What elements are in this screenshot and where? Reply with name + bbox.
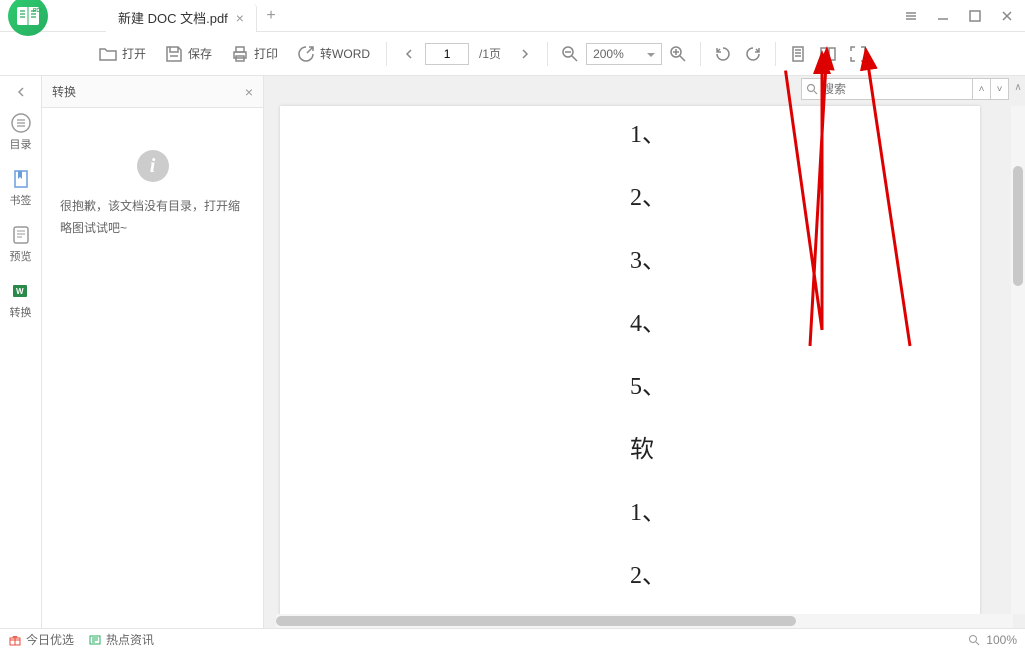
two-page-view-button[interactable] <box>814 40 842 68</box>
print-button[interactable]: 打印 <box>222 40 286 68</box>
sidebar-item-convert[interactable]: W 转换 <box>0 272 42 328</box>
preview-icon <box>10 224 32 246</box>
document-page: 1、 2、 3、 4、 5、 软 1、 2、 3、 4、 <box>280 106 980 628</box>
app-logo: PDF <box>8 0 48 36</box>
share-icon <box>296 44 316 64</box>
print-icon <box>230 44 250 64</box>
tab-title: 新建 DOC 文档.pdf <box>118 8 228 27</box>
side-panel: 转换 × i 很抱歉，该文档没有目录，打开缩略图试试吧~ <box>42 76 264 628</box>
save-button[interactable]: 保存 <box>156 40 220 68</box>
doc-line: 软 <box>630 429 980 464</box>
main-toolbar: 打开 保存 打印 转WORD /1页 200% <box>0 32 1025 76</box>
search-bar: ˄ ˅ <box>801 78 1009 100</box>
search-box[interactable] <box>801 78 973 100</box>
doc-line: 5、 <box>630 366 980 401</box>
vertical-scrollbar[interactable] <box>1011 106 1025 614</box>
minimize-icon[interactable] <box>929 2 957 30</box>
fullscreen-button[interactable] <box>844 40 872 68</box>
search-prev-button[interactable]: ˄ <box>973 78 991 100</box>
doc-line: 1、 <box>630 114 980 149</box>
panel-title: 转换 <box>52 83 76 100</box>
status-zoom[interactable]: 100% <box>968 633 1017 647</box>
open-button[interactable]: 打开 <box>90 40 154 68</box>
toc-icon <box>10 112 32 134</box>
close-tab-icon[interactable]: × <box>236 10 244 26</box>
v-scroll-thumb[interactable] <box>1013 166 1023 286</box>
scroll-up-icon[interactable]: ∧ <box>1011 80 1025 94</box>
doc-line: 2、 <box>630 555 980 590</box>
rotate-right-button[interactable] <box>739 40 767 68</box>
sidebar-item-bookmark[interactable]: 书签 <box>0 160 42 216</box>
panel-close-button[interactable]: × <box>245 84 253 100</box>
convert-icon: W <box>10 280 32 302</box>
panel-message: 很抱歉，该文档没有目录，打开缩略图试试吧~ <box>60 196 245 239</box>
svg-text:PDF: PDF <box>33 8 42 14</box>
sidebar-item-preview[interactable]: 预览 <box>0 216 42 272</box>
next-page-button[interactable] <box>511 40 539 68</box>
convert-word-button[interactable]: 转WORD <box>288 40 378 68</box>
zoom-in-button[interactable] <box>664 40 692 68</box>
prev-page-button[interactable] <box>395 40 423 68</box>
doc-line: 4、 <box>630 303 980 338</box>
status-today[interactable]: 今日优选 <box>8 631 74 648</box>
gift-icon <box>8 633 22 647</box>
status-news[interactable]: 热点资讯 <box>88 631 154 648</box>
add-tab-button[interactable]: + <box>257 2 285 30</box>
svg-text:W: W <box>16 287 24 296</box>
side-navigation: 目录 书签 预览 W 转换 <box>0 76 42 628</box>
doc-line: 3、 <box>630 240 980 275</box>
panel-body: i 很抱歉，该文档没有目录，打开缩略图试试吧~ <box>42 108 263 628</box>
search-next-button[interactable]: ˅ <box>991 78 1009 100</box>
collapse-sidebar-button[interactable] <box>0 80 41 104</box>
menu-icon[interactable] <box>897 2 925 30</box>
zoom-select[interactable]: 200% <box>586 43 662 65</box>
close-window-icon[interactable] <box>993 2 1021 30</box>
search-icon <box>806 83 818 95</box>
document-tab[interactable]: 新建 DOC 文档.pdf × <box>106 4 257 32</box>
sidebar-item-toc[interactable]: 目录 <box>0 104 42 160</box>
zoom-status-icon <box>968 634 980 646</box>
zoom-out-button[interactable] <box>556 40 584 68</box>
info-icon: i <box>137 150 169 182</box>
window-controls <box>897 2 1025 30</box>
page-number-input[interactable] <box>425 43 469 65</box>
title-bar: PDF 新建 DOC 文档.pdf × + <box>0 0 1025 32</box>
doc-line: 2、 <box>630 177 980 212</box>
search-input[interactable] <box>822 82 968 96</box>
status-bar: 今日优选 热点资讯 100% <box>0 628 1025 650</box>
document-viewer: ˄ ˅ ∧ 1、 2、 3、 4、 5、 软 1、 2、 3、 4、 <box>264 76 1025 628</box>
panel-header: 转换 × <box>42 76 263 108</box>
main-body: 目录 书签 预览 W 转换 转换 × i 很抱歉，该文档没有目录，打开缩略图试试… <box>0 76 1025 628</box>
news-icon <box>88 633 102 647</box>
rotate-left-button[interactable] <box>709 40 737 68</box>
horizontal-scrollbar[interactable] <box>276 614 1013 628</box>
page-total-label: /1页 <box>471 45 509 62</box>
maximize-icon[interactable] <box>961 2 989 30</box>
folder-icon <box>98 44 118 64</box>
bookmark-icon <box>10 168 32 190</box>
doc-line: 1、 <box>630 492 980 527</box>
single-page-view-button[interactable] <box>784 40 812 68</box>
save-icon <box>164 44 184 64</box>
h-scroll-thumb[interactable] <box>276 616 796 626</box>
